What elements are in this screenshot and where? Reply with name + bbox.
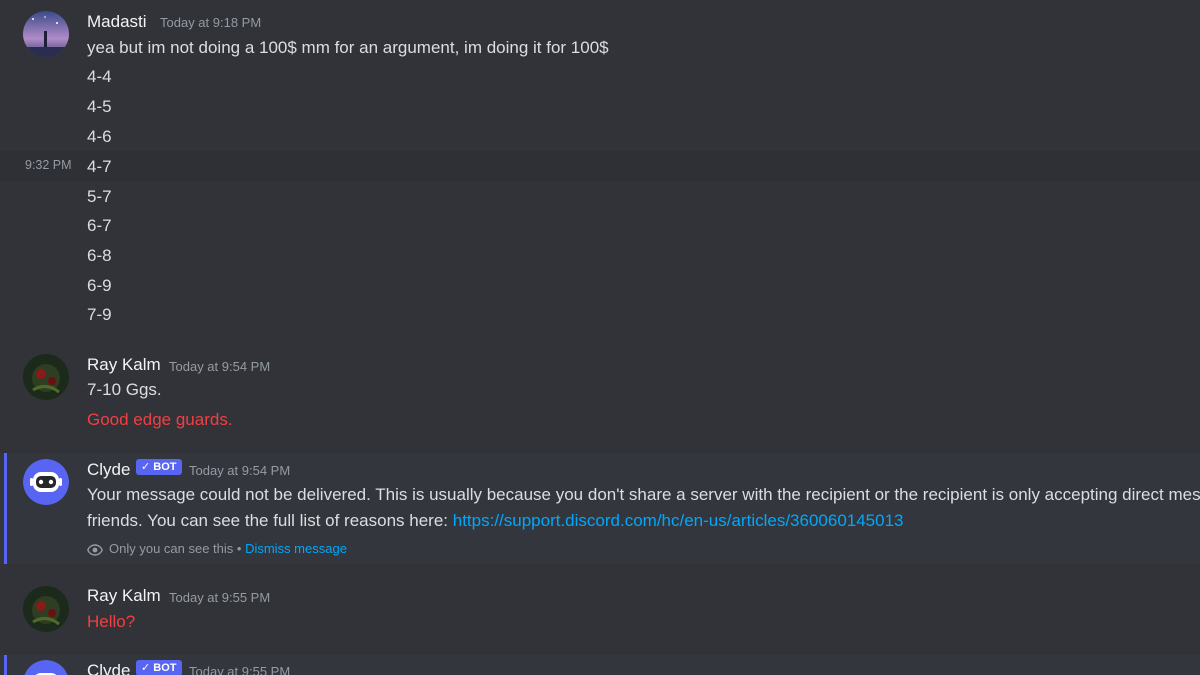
eye-icon xyxy=(87,544,103,556)
message-text: 7-9 xyxy=(87,305,112,324)
failed-message-text: Hello? xyxy=(87,612,136,631)
username[interactable]: Ray Kalm xyxy=(87,586,161,606)
message-text-line2: friends. You can see the full list of re… xyxy=(87,511,904,531)
username[interactable]: Clyde xyxy=(87,661,130,675)
only-you-text: Only you can see this • xyxy=(109,541,242,556)
message-text: Your message could not be delivered. Thi… xyxy=(87,485,1200,504)
username[interactable]: Madasti xyxy=(87,12,147,32)
username[interactable]: Ray Kalm xyxy=(87,355,161,375)
bot-tag: ✓ BOT xyxy=(136,459,182,475)
message-timestamp: Today at 9:54 PM xyxy=(189,463,291,478)
failed-message-text: Good edge guards. xyxy=(87,410,233,429)
message-text: yea but im not doing a 100$ mm for an ar… xyxy=(87,38,609,57)
message-text: 4-4 xyxy=(87,67,112,86)
message-text: 6-8 xyxy=(87,246,112,265)
avatar-image xyxy=(23,354,69,400)
ephemeral-accent-bar xyxy=(4,453,7,564)
support-link[interactable]: https://support.discord.com/hc/en-us/art… xyxy=(453,511,904,530)
message-text: friends. You can see the full list of re… xyxy=(87,511,453,530)
avatar[interactable] xyxy=(23,586,69,632)
hover-timestamp: 9:32 PM xyxy=(25,158,72,172)
clyde-avatar[interactable] xyxy=(23,459,69,505)
avatar[interactable] xyxy=(23,354,69,400)
ephemeral-accent-bar xyxy=(4,655,7,675)
message-timestamp: Today at 9:18 PM xyxy=(160,15,262,30)
message-timestamp: Today at 9:55 PM xyxy=(169,590,271,605)
avatar-image xyxy=(23,586,69,632)
message-text: 5-7 xyxy=(87,187,112,206)
avatar-image xyxy=(23,11,69,57)
username[interactable]: Clyde xyxy=(87,460,130,480)
message-text: 6-7 xyxy=(87,216,112,235)
message-text: 6-9 xyxy=(87,276,112,295)
message-timestamp: Today at 9:54 PM xyxy=(169,359,271,374)
dismiss-message-button[interactable]: Dismiss message xyxy=(245,541,347,556)
message-text: 4-5 xyxy=(87,97,112,116)
message-text: 4-7 xyxy=(87,157,112,176)
message-hover-row[interactable] xyxy=(0,151,1200,181)
clyde-avatar-icon xyxy=(23,459,69,505)
bot-tag: ✓ BOT xyxy=(136,660,182,675)
chat-messages: 9:32 PM Madasti Today at 9:18 PM yea but… xyxy=(0,0,1200,675)
avatar[interactable] xyxy=(23,11,69,57)
message-text: 4-6 xyxy=(87,127,112,146)
ephemeral-notice: Only you can see this • Dismiss message xyxy=(87,541,347,556)
message-text: 7-10 Ggs. xyxy=(87,380,162,399)
message-timestamp: Today at 9:55 PM xyxy=(189,664,291,675)
